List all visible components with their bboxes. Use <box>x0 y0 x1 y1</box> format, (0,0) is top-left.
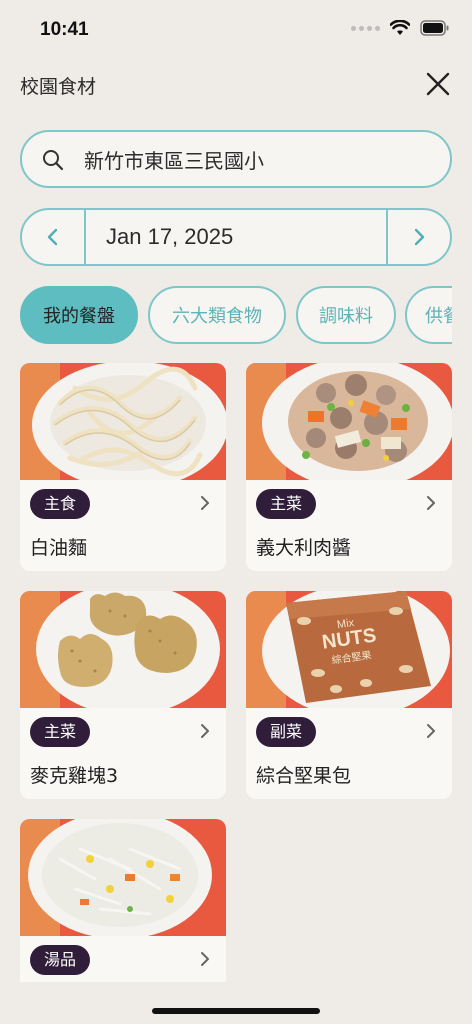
page-title: 校園食材 <box>20 76 97 98</box>
chevron-right-icon <box>201 496 209 510</box>
category-badge: 湯品 <box>30 945 91 975</box>
date-label[interactable]: Jan 17, 2025 <box>106 224 233 250</box>
chevron-right-icon <box>427 724 435 738</box>
food-name: 綜合堅果包 <box>256 765 352 787</box>
close-icon <box>426 72 450 96</box>
tab-my-plate[interactable]: 我的餐盤 <box>20 286 138 344</box>
category-badge: 主菜 <box>256 489 317 519</box>
home-indicator[interactable] <box>152 1008 320 1014</box>
status-time: 10:41 <box>40 19 89 40</box>
tab-six-food-groups[interactable]: 六大類食物 <box>148 286 286 344</box>
status-bar: 10:41 <box>0 0 472 60</box>
close-button[interactable] <box>424 70 452 98</box>
tab-seasonings[interactable]: 調味料 <box>296 286 396 344</box>
food-image-meat-sauce <box>246 363 452 480</box>
food-image-chicken-nuggets <box>20 591 226 708</box>
battery-icon <box>420 20 449 36</box>
food-name: 麥克雞塊3 <box>30 765 119 787</box>
food-card[interactable]: Mix NUTS 綜合堅果 副菜 綜合堅果包 <box>246 591 452 799</box>
tab-supplier[interactable]: 供餐 <box>405 286 452 344</box>
chevron-right-icon <box>201 724 209 738</box>
food-image-soup <box>20 819 226 936</box>
chevron-right-icon <box>414 228 425 246</box>
food-image-nuts-pack: Mix NUTS 綜合堅果 <box>246 591 452 708</box>
previous-date-button[interactable] <box>22 210 86 264</box>
food-name: 白油麵 <box>30 537 88 559</box>
category-badge: 主食 <box>30 489 91 519</box>
food-card[interactable]: 主菜 義大利肉醬 <box>246 363 452 571</box>
search-input[interactable] <box>84 147 424 171</box>
header: 校園食材 <box>0 60 472 110</box>
status-icons <box>351 20 450 36</box>
next-date-button[interactable] <box>386 210 450 264</box>
chevron-left-icon <box>47 228 58 246</box>
food-card[interactable]: 主食 白油麵 <box>20 363 226 571</box>
food-image-noodles <box>20 363 226 480</box>
food-card[interactable]: 湯品 <box>20 819 226 982</box>
search-icon <box>43 150 64 171</box>
date-picker: Jan 17, 2025 <box>20 208 452 266</box>
chevron-right-icon <box>201 952 209 966</box>
category-badge: 副菜 <box>256 717 317 747</box>
signal-icon <box>351 25 380 31</box>
category-tabs: 我的餐盤 六大類食物 調味料 供餐 <box>20 286 452 344</box>
search-bar[interactable] <box>20 130 452 188</box>
food-card[interactable]: 主菜 麥克雞塊3 <box>20 591 226 799</box>
chevron-right-icon <box>427 496 435 510</box>
food-name: 義大利肉醬 <box>256 537 352 559</box>
wifi-icon <box>390 20 410 35</box>
category-badge: 主菜 <box>30 717 91 747</box>
